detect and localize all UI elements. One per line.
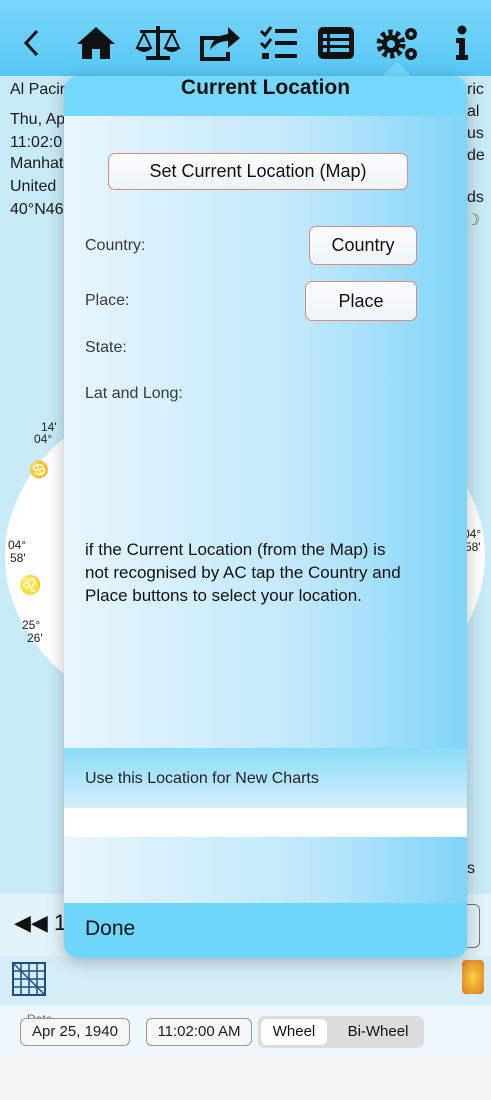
date-field[interactable]: Apr 25, 1940 — [20, 1018, 130, 1046]
chart-degree-label: 04° — [34, 432, 53, 446]
location-hint-text: if the Current Location (from the Map) i… — [85, 540, 401, 605]
set-current-location-button[interactable]: Set Current Location (Map) — [108, 153, 408, 190]
chart-degree-label: 58' — [10, 551, 26, 565]
chart-degree-label: 58' — [465, 540, 481, 554]
share-icon[interactable] — [198, 22, 242, 64]
popover-title: Current Location — [180, 76, 351, 99]
chart-place: Manhat — [10, 155, 64, 172]
info-icon[interactable] — [450, 22, 474, 64]
done-button[interactable]: Done — [85, 917, 135, 941]
state-label: State: — [85, 339, 127, 356]
chart-latlong: 40°N46 — [10, 201, 64, 218]
current-location-popover: Current Location Set Current Location (M… — [64, 76, 467, 958]
chart-country: United — [10, 178, 57, 195]
top-toolbar — [0, 0, 491, 76]
cancer-icon: ♋ — [29, 462, 49, 479]
use-location-field[interactable] — [64, 808, 467, 837]
latlong-label: Lat and Long: — [85, 385, 183, 402]
rewind-icon[interactable]: ◀◀ — [14, 910, 48, 936]
moon-icon: ☽ — [466, 212, 481, 229]
chart-date: Thu, Ap — [10, 111, 66, 128]
wheel-segment[interactable]: Wheel — [261, 1019, 327, 1045]
right-fragment-2: al — [467, 103, 480, 120]
done-bar: Done — [64, 903, 467, 958]
right-fragment-3: us — [467, 125, 484, 142]
chart-time: 11:02:0 — [10, 134, 63, 151]
nav-button-edge[interactable] — [467, 904, 480, 948]
balance-scale-icon[interactable] — [134, 22, 182, 64]
popover-header: Current Location — [64, 76, 467, 116]
right-fragment-4: de — [467, 147, 485, 164]
country-label: Country: — [85, 237, 146, 254]
chart-degree-label: 26' — [27, 631, 43, 645]
chart-name: Al Pacin — [10, 81, 69, 98]
chart-status-row: Date Apr 25, 1940 11:02:00 AM Wheel Bi-W… — [0, 1006, 491, 1056]
chart-thumbnail-icon[interactable] — [462, 960, 484, 994]
place-button[interactable]: Place — [305, 281, 417, 321]
chart-tools-row — [0, 956, 491, 1006]
right-fragment-6: s — [467, 860, 475, 877]
country-button[interactable]: Country — [309, 226, 417, 265]
grid-icon[interactable] — [12, 962, 46, 996]
time-field[interactable]: 11:02:00 AM — [146, 1018, 252, 1046]
place-label: Place: — [85, 292, 130, 309]
home-icon[interactable] — [74, 22, 118, 64]
back-chevron-icon[interactable] — [18, 22, 44, 64]
list-icon[interactable] — [316, 22, 356, 64]
right-fragment-5: ds — [467, 189, 484, 206]
home-indicator-area — [0, 1056, 491, 1100]
right-fragment-1: ric — [467, 81, 484, 98]
leo-icon: ♌ — [19, 575, 42, 595]
use-location-row[interactable]: Use this Location for New Charts — [64, 748, 467, 808]
wheel-segmented-control: Wheel Bi-Wheel — [258, 1016, 424, 1048]
checklist-icon[interactable] — [259, 22, 299, 64]
use-location-label: Use this Location for New Charts — [85, 770, 319, 787]
biwheel-segment[interactable]: Bi-Wheel — [338, 1019, 418, 1045]
settings-gears-icon[interactable] — [372, 22, 422, 64]
